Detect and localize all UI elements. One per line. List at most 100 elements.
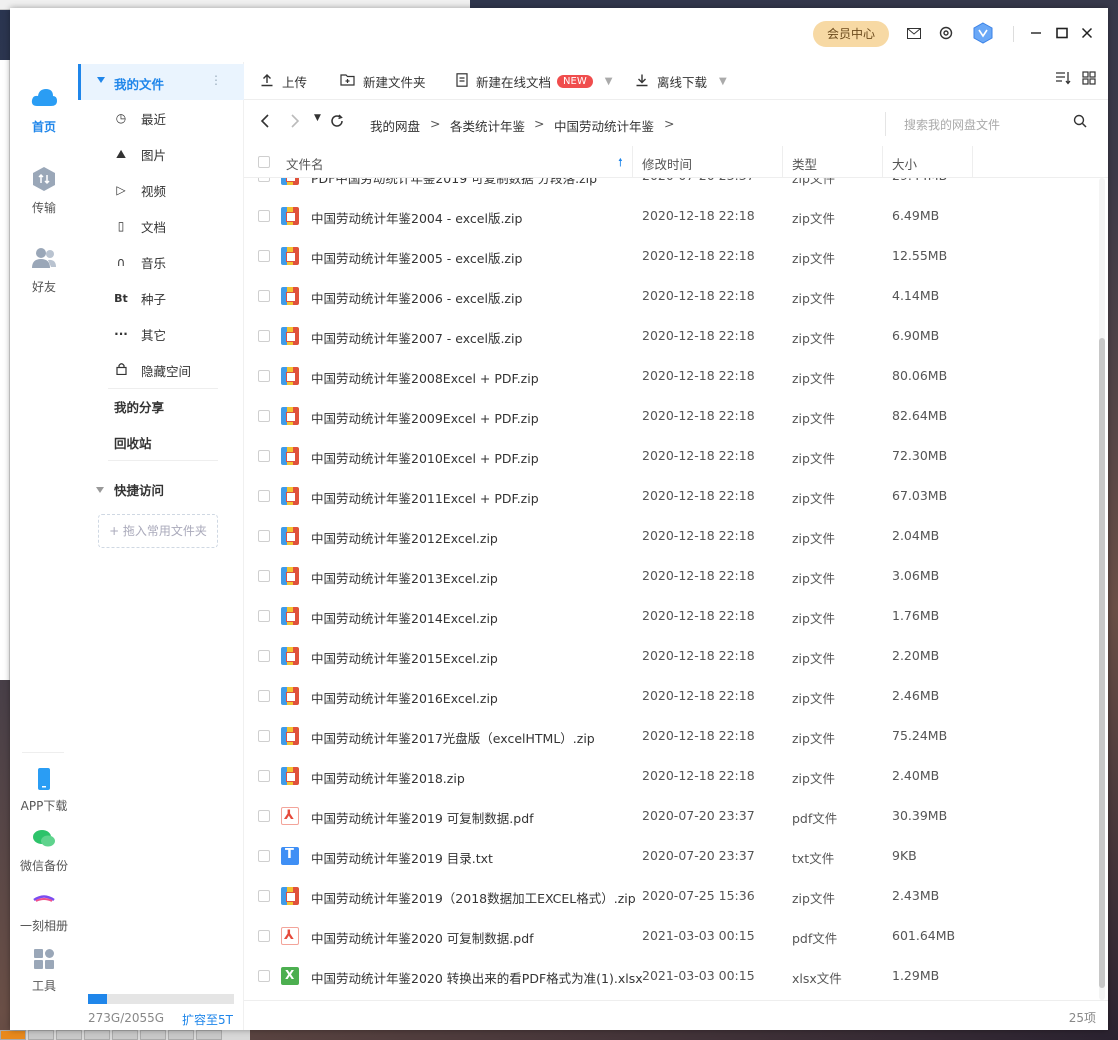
- table-row[interactable]: 中国劳动统计年鉴2017光盘版（excelHTML）.zip 2020-12-18…: [244, 716, 1096, 756]
- scrollbar[interactable]: [1096, 178, 1108, 1000]
- table-row[interactable]: 中国劳动统计年鉴2020 转换出来的看PDF格式为准(1).xlsx2021-0…: [244, 956, 1096, 996]
- more-vertical-icon[interactable]: ⋮: [210, 73, 222, 87]
- row-checkbox[interactable]: [258, 610, 270, 622]
- file-name[interactable]: PDF中国劳动统计年鉴2019 可复制数据 分段落.zip: [311, 178, 597, 187]
- column-header-type[interactable]: 类型: [792, 154, 817, 173]
- row-checkbox[interactable]: [258, 850, 270, 862]
- file-name[interactable]: 中国劳动统计年鉴2019（2018数据加工EXCEL格式）.zip: [311, 888, 636, 907]
- row-checkbox[interactable]: [258, 730, 270, 742]
- table-row[interactable]: 中国劳动统计年鉴2015Excel.zip 2020-12-18 22:18 zip…: [244, 636, 1096, 676]
- sidebar-item-documents[interactable]: ▯ 文档: [113, 216, 166, 236]
- mail-icon[interactable]: [904, 23, 924, 43]
- row-checkbox[interactable]: [258, 370, 270, 382]
- table-row[interactable]: 中国劳动统计年鉴2019 目录.txt 2020-07-20 23:37 txt文件…: [244, 836, 1096, 876]
- sidebar-item-torrent[interactable]: Bt 种子: [113, 288, 166, 308]
- file-name[interactable]: 中国劳动统计年鉴2016Excel.zip: [311, 688, 498, 707]
- row-checkbox[interactable]: [258, 890, 270, 902]
- vip-badge-icon[interactable]: [972, 22, 994, 44]
- history-dropdown-icon[interactable]: ▼: [314, 113, 321, 123]
- file-name[interactable]: 中国劳动统计年鉴2019 目录.txt: [311, 848, 493, 867]
- sidebar-item-music[interactable]: ∩ 音乐: [113, 252, 166, 272]
- table-row[interactable]: 中国劳动统计年鉴2019（2018数据加工EXCEL格式）.zip 2020-07…: [244, 876, 1096, 916]
- breadcrumb-item[interactable]: 我的网盘: [370, 116, 420, 135]
- file-name[interactable]: 中国劳动统计年鉴2009Excel + PDF.zip: [311, 408, 539, 427]
- forward-icon[interactable]: [290, 114, 300, 132]
- row-checkbox[interactable]: [258, 650, 270, 662]
- table-row[interactable]: PDF中国劳动统计年鉴2019 可复制数据 分段落.zip 2020-07-20 …: [244, 178, 1096, 196]
- row-checkbox[interactable]: [258, 250, 270, 262]
- file-name[interactable]: 中国劳动统计年鉴2008Excel + PDF.zip: [311, 368, 539, 387]
- expand-storage-link[interactable]: 扩容至5T: [182, 1011, 233, 1028]
- chevron-down-icon[interactable]: ▼: [605, 76, 613, 87]
- sidebar-quick-access[interactable]: 快捷访问: [96, 480, 164, 499]
- search-input[interactable]: 搜索我的网盘文件: [885, 112, 1095, 136]
- row-checkbox[interactable]: [258, 178, 270, 182]
- table-row[interactable]: 中国劳动统计年鉴2013Excel.zip 2020-12-18 22:18 zip…: [244, 556, 1096, 596]
- refresh-icon[interactable]: [330, 114, 344, 132]
- row-checkbox[interactable]: [258, 410, 270, 422]
- back-icon[interactable]: [260, 114, 270, 132]
- sidebar-item-my-share[interactable]: 我的分享: [114, 396, 164, 416]
- nav-app-download[interactable]: APP下载: [10, 768, 78, 814]
- row-checkbox[interactable]: [258, 490, 270, 502]
- table-row[interactable]: 中国劳动统计年鉴2005 - excel版.zip 2020-12-18 22:1…: [244, 236, 1096, 276]
- file-name[interactable]: 中国劳动统计年鉴2020 转换出来的看PDF格式为准(1).xlsx: [311, 968, 643, 987]
- file-name[interactable]: 中国劳动统计年鉴2011Excel + PDF.zip: [311, 488, 539, 507]
- table-row[interactable]: 中国劳动统计年鉴2014Excel.zip 2020-12-18 22:18 zip…: [244, 596, 1096, 636]
- column-header-size[interactable]: 大小: [892, 154, 917, 173]
- file-name[interactable]: 中国劳动统计年鉴2015Excel.zip: [311, 648, 498, 667]
- row-checkbox[interactable]: [258, 970, 270, 982]
- table-row[interactable]: 中国劳动统计年鉴2011Excel + PDF.zip 2020-12-18 22…: [244, 476, 1096, 516]
- table-row[interactable]: 中国劳动统计年鉴2004 - excel版.zip 2020-12-18 22:1…: [244, 196, 1096, 236]
- table-row[interactable]: 中国劳动统计年鉴2012Excel.zip 2020-12-18 22:18 zip…: [244, 516, 1096, 556]
- expand-triangle-icon[interactable]: [97, 77, 105, 83]
- upload-button[interactable]: 上传: [260, 72, 307, 91]
- table-row[interactable]: 中国劳动统计年鉴2020 可复制数据.pdf 2021-03-03 00:15 pd…: [244, 916, 1096, 956]
- column-header-name[interactable]: 文件名: [286, 154, 324, 173]
- file-name[interactable]: 中国劳动统计年鉴2020 可复制数据.pdf: [311, 928, 534, 947]
- sidebar-item-recent[interactable]: ◷ 最近: [113, 108, 166, 128]
- nav-home[interactable]: 首页: [10, 86, 78, 135]
- grid-view-icon[interactable]: [1082, 71, 1096, 85]
- row-checkbox[interactable]: [258, 210, 270, 222]
- select-all-checkbox[interactable]: [258, 156, 270, 168]
- table-row[interactable]: 中国劳动统计年鉴2019 可复制数据.pdf 2020-07-20 23:37 pd…: [244, 796, 1096, 836]
- minimize-icon[interactable]: [1026, 23, 1046, 43]
- row-checkbox[interactable]: [258, 290, 270, 302]
- scrollbar-thumb[interactable]: [1099, 338, 1105, 988]
- new-folder-button[interactable]: 新建文件夹: [340, 72, 426, 91]
- row-checkbox[interactable]: [258, 530, 270, 542]
- table-row[interactable]: 中国劳动统计年鉴2010Excel + PDF.zip 2020-12-18 22…: [244, 436, 1096, 476]
- settings-gear-icon[interactable]: [936, 23, 956, 43]
- sidebar-item-recycle-bin[interactable]: 回收站: [114, 432, 152, 452]
- column-header-time[interactable]: 修改时间: [642, 154, 692, 173]
- sidebar-item-other[interactable]: ··· 其它: [113, 324, 166, 344]
- sidebar-item-video[interactable]: ▷ 视频: [113, 180, 166, 200]
- file-name[interactable]: 中国劳动统计年鉴2019 可复制数据.pdf: [311, 808, 534, 827]
- row-checkbox[interactable]: [258, 770, 270, 782]
- nav-wechat-backup[interactable]: 微信备份: [10, 828, 78, 874]
- row-checkbox[interactable]: [258, 570, 270, 582]
- row-checkbox[interactable]: [258, 450, 270, 462]
- file-name[interactable]: 中国劳动统计年鉴2010Excel + PDF.zip: [311, 448, 539, 467]
- table-row[interactable]: 中国劳动统计年鉴2018.zip 2020-12-18 22:18 zip文件 2.4…: [244, 756, 1096, 796]
- nav-friends[interactable]: 好友: [10, 246, 78, 295]
- table-row[interactable]: 中国劳动统计年鉴2007 - excel版.zip 2020-12-18 22:1…: [244, 316, 1096, 356]
- table-row[interactable]: 中国劳动统计年鉴2016Excel.zip 2020-12-18 22:18 zip…: [244, 676, 1096, 716]
- row-checkbox[interactable]: [258, 930, 270, 942]
- file-name[interactable]: 中国劳动统计年鉴2005 - excel版.zip: [311, 248, 522, 267]
- file-name[interactable]: 中国劳动统计年鉴2007 - excel版.zip: [311, 328, 522, 347]
- file-name[interactable]: 中国劳动统计年鉴2013Excel.zip: [311, 568, 498, 587]
- file-name[interactable]: 中国劳动统计年鉴2014Excel.zip: [311, 608, 498, 627]
- sort-icon[interactable]: [1055, 71, 1071, 85]
- file-name[interactable]: 中国劳动统计年鉴2004 - excel版.zip: [311, 208, 522, 227]
- chevron-down-icon[interactable]: ▼: [719, 76, 727, 87]
- row-checkbox[interactable]: [258, 330, 270, 342]
- table-row[interactable]: 中国劳动统计年鉴2009Excel + PDF.zip 2020-12-18 22…: [244, 396, 1096, 436]
- row-checkbox[interactable]: [258, 810, 270, 822]
- close-icon[interactable]: [1077, 23, 1097, 43]
- nav-moment-album[interactable]: 一刻相册: [10, 888, 78, 934]
- file-name[interactable]: 中国劳动统计年鉴2012Excel.zip: [311, 528, 498, 547]
- table-row[interactable]: 中国劳动统计年鉴2008Excel + PDF.zip 2020-12-18 22…: [244, 356, 1096, 396]
- search-icon[interactable]: [1073, 114, 1087, 132]
